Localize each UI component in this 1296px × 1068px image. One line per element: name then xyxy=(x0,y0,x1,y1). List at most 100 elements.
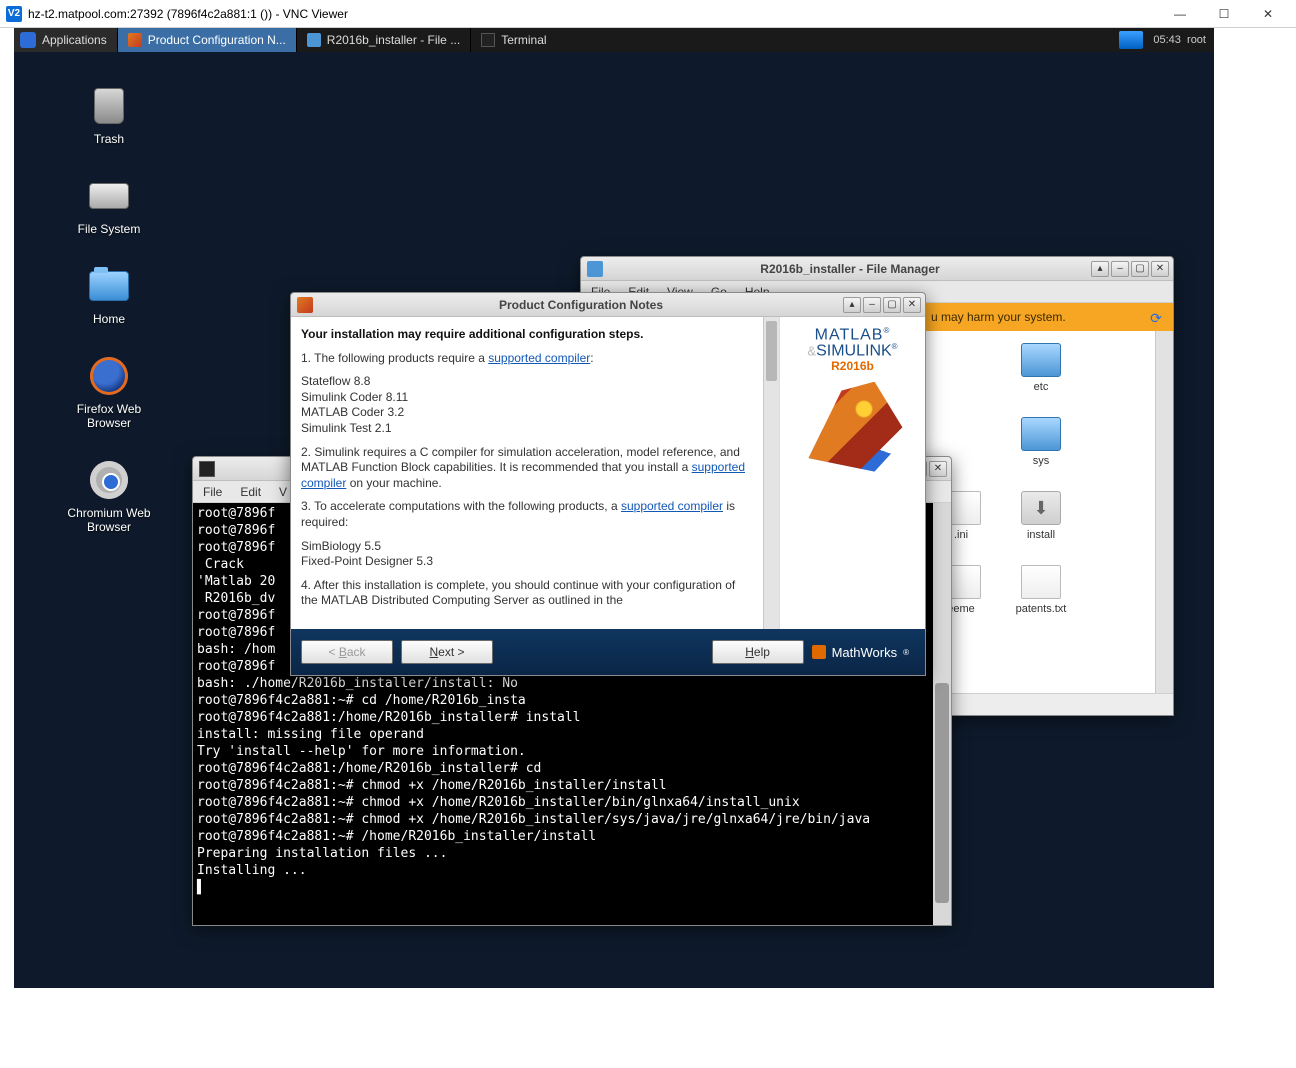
desktop-icon-home[interactable]: Home xyxy=(54,264,164,326)
xfce-mouse-icon xyxy=(20,32,36,48)
maximize-button[interactable]: ▢ xyxy=(1131,261,1149,277)
folder-icon xyxy=(307,33,321,47)
close-button[interactable]: ✕ xyxy=(929,461,947,477)
file-manager-titlebar[interactable]: R2016b_installer - File Manager ▴ – ▢ ✕ xyxy=(581,257,1173,281)
supported-compiler-link[interactable]: supported compiler xyxy=(488,351,590,365)
taskbar-task-installer[interactable]: Product Configuration N... xyxy=(117,28,296,52)
taskbar-task-label: R2016b_installer - File ... xyxy=(327,33,460,47)
desktop-icon-label: Trash xyxy=(94,132,124,146)
mathworks-icon xyxy=(812,645,826,659)
vnc-logo-icon: V2 xyxy=(6,6,22,22)
maximize-button[interactable]: ☐ xyxy=(1202,0,1246,28)
taskbar-task-label: Terminal xyxy=(501,33,546,47)
folder-icon xyxy=(1021,343,1061,377)
matlab-icon xyxy=(297,297,313,313)
desktop-icons: Trash File System Home Firefox Web Brows… xyxy=(54,84,194,562)
help-button[interactable]: Help xyxy=(712,640,804,664)
matlab-membrane-icon xyxy=(798,382,908,472)
taskbar-task-filemanager[interactable]: R2016b_installer - File ... xyxy=(296,28,470,52)
text: 4. After this installation is complete, … xyxy=(301,578,751,609)
file-icon xyxy=(1021,565,1061,599)
file-item-patentstxt[interactable]: patents.txt xyxy=(1001,565,1081,615)
scrollbar-thumb[interactable] xyxy=(766,321,777,381)
scrollbar[interactable] xyxy=(763,317,779,629)
scrollbar-thumb[interactable] xyxy=(935,683,949,903)
workspace-switcher-icon[interactable] xyxy=(1119,31,1143,49)
taskbar-task-label: Product Configuration N... xyxy=(148,33,286,47)
desktop-icon-chromium[interactable]: Chromium Web Browser xyxy=(54,458,164,534)
product-list: Stateflow 8.8 Simulink Coder 8.11 MATLAB… xyxy=(301,374,751,436)
firefox-icon xyxy=(90,357,128,395)
trash-icon xyxy=(94,88,124,124)
file-manager-title: R2016b_installer - File Manager xyxy=(609,262,1091,276)
installer-title: Product Configuration Notes xyxy=(319,298,843,312)
desktop-icon-label: Chromium Web Browser xyxy=(54,506,164,534)
refresh-icon[interactable]: ⟳ xyxy=(1147,309,1165,327)
menu-view[interactable]: V xyxy=(279,485,287,499)
desktop-icon-filesystem[interactable]: File System xyxy=(54,174,164,236)
close-button[interactable]: ✕ xyxy=(1246,0,1290,28)
matlab-simulink-logo: MATLAB® &SIMULINK® R2016b xyxy=(807,327,897,372)
text: 2. Simulink requires a C compiler for si… xyxy=(301,445,740,475)
folder-icon xyxy=(587,261,603,277)
close-button[interactable]: ✕ xyxy=(903,297,921,313)
maximize-button[interactable]: ▢ xyxy=(883,297,901,313)
minimize-button[interactable]: – xyxy=(1111,261,1129,277)
file-item-etc[interactable]: etc xyxy=(1001,343,1081,393)
back-button: < Back xyxy=(301,640,393,664)
scrollbar[interactable] xyxy=(933,503,951,925)
installer-dialog[interactable]: Product Configuration Notes ▴ – ▢ ✕ Your… xyxy=(290,292,926,676)
menu-file[interactable]: File xyxy=(203,485,222,499)
file-item-label: etc xyxy=(1034,381,1049,393)
installer-heading: Your installation may require additional… xyxy=(301,327,644,341)
text: : xyxy=(590,351,593,365)
terminal-icon xyxy=(481,33,495,47)
download-icon: ⬇ xyxy=(1021,491,1061,525)
vnc-titlebar: V2 hz-t2.matpool.com:27392 (7896f4c2a881… xyxy=(0,0,1296,28)
desktop-icon-firefox[interactable]: Firefox Web Browser xyxy=(54,354,164,430)
desktop-icon-label: Firefox Web Browser xyxy=(54,402,164,430)
desktop-icon-label: Home xyxy=(93,312,125,326)
installer-text-area[interactable]: Your installation may require additional… xyxy=(291,317,763,629)
installer-titlebar[interactable]: Product Configuration Notes ▴ – ▢ ✕ xyxy=(291,293,925,317)
installer-footer: < Back Next > Help MathWorks® xyxy=(291,629,925,675)
taskbar-task-terminal[interactable]: Terminal xyxy=(470,28,556,52)
scrollbar[interactable] xyxy=(1155,331,1173,693)
desktop-icon-trash[interactable]: Trash xyxy=(54,84,164,146)
warning-text: u may harm your system. xyxy=(931,310,1066,324)
clock: 05:43 root xyxy=(1153,34,1206,46)
chromium-icon xyxy=(90,461,128,499)
remote-desktop: Applications Product Configuration N... … xyxy=(0,28,1296,1040)
file-item-install[interactable]: ⬇ install xyxy=(1001,491,1081,541)
shade-button[interactable]: ▴ xyxy=(843,297,861,313)
applications-menu[interactable]: Applications xyxy=(14,28,117,52)
mathworks-logo: MathWorks® xyxy=(812,645,915,660)
drive-icon xyxy=(89,183,129,209)
matlab-icon xyxy=(128,33,142,47)
applications-label: Applications xyxy=(42,33,107,47)
text: 3. To accelerate computations with the f… xyxy=(301,499,621,513)
file-item-label: install xyxy=(1027,529,1055,541)
menu-edit[interactable]: Edit xyxy=(240,485,261,499)
supported-compiler-link[interactable]: supported compiler xyxy=(621,499,723,513)
taskbar: Applications Product Configuration N... … xyxy=(14,28,1214,52)
home-folder-icon xyxy=(89,271,129,301)
terminal-icon xyxy=(199,461,215,477)
shade-button[interactable]: ▴ xyxy=(1091,261,1109,277)
minimize-button[interactable]: – xyxy=(863,297,881,313)
mathworks-text: MathWorks xyxy=(832,645,898,660)
file-item-label: .ini xyxy=(954,529,968,541)
vnc-title: hz-t2.matpool.com:27392 (7896f4c2a881:1 … xyxy=(28,7,348,21)
text: on your machine. xyxy=(346,476,441,490)
text: 1. The following products require a xyxy=(301,351,488,365)
file-item-label: sys xyxy=(1033,455,1050,467)
close-button[interactable]: ✕ xyxy=(1151,261,1169,277)
minimize-button[interactable]: — xyxy=(1158,0,1202,28)
folder-icon xyxy=(1021,417,1061,451)
product-list: SimBiology 5.5 Fixed-Point Designer 5.3 xyxy=(301,539,751,570)
installer-branding-panel: MATLAB® &SIMULINK® R2016b xyxy=(779,317,925,629)
file-item-label: patents.txt xyxy=(1016,603,1067,615)
file-item-sys[interactable]: sys xyxy=(1001,417,1081,467)
next-button[interactable]: Next > xyxy=(401,640,493,664)
desktop-icon-label: File System xyxy=(78,222,141,236)
